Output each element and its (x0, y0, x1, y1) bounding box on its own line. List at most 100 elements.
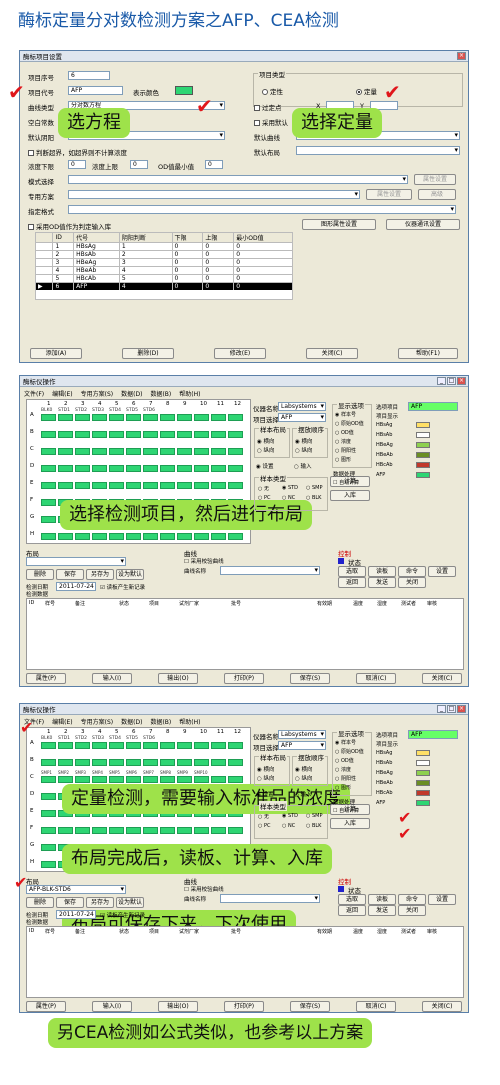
display-radio[interactable]: ○ 浓度 (335, 438, 351, 445)
qualitative-radio[interactable]: 定性 (262, 86, 283, 96)
plate-well[interactable] (177, 742, 192, 749)
menu-item[interactable]: 编辑(E) (52, 717, 72, 726)
plate-well[interactable] (194, 431, 209, 438)
close-icon[interactable]: × (457, 377, 466, 385)
plate-well[interactable] (109, 482, 124, 489)
plate-well[interactable] (41, 861, 56, 868)
control-button[interactable]: 读板 (368, 566, 396, 577)
code-input[interactable]: AFP (68, 86, 123, 95)
control-button[interactable]: 返回 (338, 905, 366, 916)
plate-well[interactable] (228, 431, 243, 438)
plate-well[interactable] (211, 742, 226, 749)
vert-radio[interactable]: ○ 纵向 (257, 774, 275, 782)
control-button[interactable]: 返回 (338, 577, 366, 588)
plate-well[interactable] (160, 448, 175, 455)
color-swatch[interactable] (175, 86, 193, 95)
footer-button[interactable]: 打印(P) (224, 673, 264, 684)
horiz-order-radio[interactable]: ◉ 横向 (295, 765, 313, 773)
plate-well[interactable] (41, 844, 56, 851)
plate-well[interactable] (92, 431, 107, 438)
sample-type-radio[interactable]: ○ 无 (258, 813, 269, 820)
data-table[interactable]: ID 样号 备注 状态 项目 试剂厂家 批号 有效期 温度 湿度 测试者 审核 (26, 926, 464, 998)
plate-well[interactable] (109, 827, 124, 834)
plate-well[interactable] (58, 776, 73, 783)
plate-well[interactable] (92, 465, 107, 472)
help-button[interactable]: 帮助(F1) (398, 348, 458, 359)
plate-well[interactable] (177, 414, 192, 421)
plate-well[interactable] (228, 448, 243, 455)
project-select[interactable]: AFP (278, 413, 326, 422)
menu-item[interactable]: 数据(D) (121, 717, 142, 726)
judge-checkbox[interactable] (28, 150, 34, 156)
sample-type-radio[interactable]: ○ NC (282, 495, 295, 501)
odmin-input[interactable]: 0 (205, 160, 223, 169)
control-button[interactable]: 关闭 (398, 905, 426, 916)
layout-select[interactable] (26, 557, 126, 566)
footer-button[interactable]: 输入(I) (92, 673, 132, 684)
plate-well[interactable] (160, 465, 175, 472)
layout-button[interactable]: 设为默认 (116, 897, 144, 908)
control-button[interactable]: 设置 (428, 566, 456, 577)
menu-item[interactable]: 数据(B) (150, 717, 171, 726)
plate-well[interactable] (228, 482, 243, 489)
plate-well[interactable] (211, 431, 226, 438)
plate-well[interactable] (58, 448, 73, 455)
use-od-checkbox[interactable] (28, 224, 34, 230)
plate-well[interactable] (41, 776, 56, 783)
plate-well[interactable] (228, 776, 243, 783)
plate-well[interactable] (109, 448, 124, 455)
plate-well[interactable] (177, 533, 192, 540)
footer-button[interactable]: 输入(I) (92, 1001, 132, 1012)
auto-calc-check[interactable]: ☐ 自动计算 (333, 479, 359, 486)
plate-well[interactable] (211, 465, 226, 472)
plate-well[interactable] (194, 827, 209, 834)
plate-well[interactable] (211, 448, 226, 455)
mode-select[interactable] (68, 175, 408, 184)
minimize-icon[interactable]: _ (437, 705, 446, 713)
footer-button[interactable]: 关闭(C) (422, 673, 462, 684)
plate-well[interactable] (41, 533, 56, 540)
horiz-radio[interactable]: ◉ 横向 (257, 765, 275, 773)
display-radio[interactable]: ○ 浓度 (335, 766, 351, 773)
plate-well[interactable] (109, 742, 124, 749)
table-row[interactable]: 2 HBsAb 2 0 0 0 (34, 250, 293, 259)
display-radio[interactable]: ○ 图形 (335, 784, 351, 791)
plate-well[interactable] (92, 448, 107, 455)
horiz-radio[interactable]: ◉ 横向 (257, 437, 275, 445)
plate-well[interactable] (126, 448, 141, 455)
plate-well[interactable] (58, 465, 73, 472)
setting-radio[interactable]: ◉ 设置 (256, 462, 274, 470)
layout-button[interactable]: 另存为 (86, 897, 114, 908)
footer-button[interactable]: 取消(C) (356, 1001, 396, 1012)
menu-item[interactable]: 帮助(H) (179, 389, 200, 398)
attr-set-button[interactable]: 属性设置 (414, 174, 456, 185)
control-button[interactable]: 选取 (338, 566, 366, 577)
plate-well[interactable] (126, 776, 141, 783)
plate-well[interactable] (177, 448, 192, 455)
advanced-button[interactable]: 高级 (418, 189, 456, 200)
plate-well[interactable] (143, 482, 158, 489)
data-table[interactable]: ID 样号 备注 状态 项目 试剂厂家 批号 有效期 温度 湿度 测试者 审核 (26, 598, 464, 670)
plate-well[interactable] (177, 776, 192, 783)
plate-well[interactable] (228, 414, 243, 421)
display-radio[interactable]: ○ 原始OD值 (335, 420, 364, 427)
plate-well[interactable] (41, 465, 56, 472)
add-button[interactable]: 添加(A) (30, 348, 82, 359)
plate-well[interactable] (194, 776, 209, 783)
setting-radio[interactable]: ◉ 设置 (256, 790, 274, 798)
input-radio[interactable]: ○ 输入 (294, 790, 312, 798)
plate-well[interactable] (126, 465, 141, 472)
display-radio[interactable]: ○ 阴阳性 (335, 447, 356, 454)
control-button[interactable]: 发送 (368, 905, 396, 916)
default-layout-select[interactable] (296, 146, 460, 155)
plate-well[interactable] (75, 448, 90, 455)
plate-well[interactable] (109, 465, 124, 472)
control-button[interactable]: 发送 (368, 577, 396, 588)
control-button[interactable]: 命令 (398, 566, 426, 577)
plate-well[interactable] (109, 533, 124, 540)
plate-well[interactable] (194, 465, 209, 472)
control-button[interactable]: 命令 (398, 894, 426, 905)
plate-well[interactable] (41, 759, 56, 766)
plate-well[interactable] (211, 776, 226, 783)
plate-well[interactable] (160, 431, 175, 438)
